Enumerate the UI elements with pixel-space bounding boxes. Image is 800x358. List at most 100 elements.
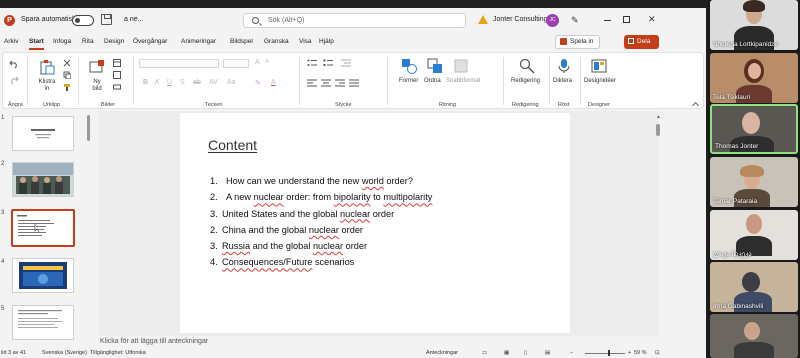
- slide-list-item[interactable]: 2. China and the global nuclear order: [210, 222, 432, 238]
- participant-tile[interactable]: Shorena Lortkipanidze: [710, 0, 798, 50]
- dictate-label[interactable]: Diktera: [553, 78, 572, 84]
- save-icon[interactable]: [101, 14, 112, 25]
- slide-thumbnail-selected[interactable]: [11, 209, 75, 247]
- tab-granska[interactable]: Granska: [264, 38, 289, 45]
- tab-overgangar[interactable]: Övergångar: [133, 38, 167, 45]
- close-icon[interactable]: ✕: [648, 14, 656, 25]
- share-button[interactable]: Dela: [624, 35, 659, 49]
- tab-hjalp[interactable]: Hjälp: [319, 38, 334, 45]
- avatar[interactable]: JC: [546, 14, 559, 27]
- tab-bildspel[interactable]: Bildspel: [230, 38, 253, 45]
- new-slide-label[interactable]: Ny bild: [89, 79, 105, 93]
- decrease-font-icon[interactable]: A: [265, 59, 269, 65]
- zoom-slider[interactable]: [585, 353, 625, 354]
- zoom-out-icon[interactable]: −: [570, 350, 573, 356]
- highlight-icon[interactable]: ✎: [255, 79, 261, 87]
- new-slide-icon[interactable]: [89, 59, 105, 75]
- slide-thumbnail[interactable]: [12, 305, 74, 340]
- align-left-icon[interactable]: [307, 79, 317, 87]
- slide-list-item[interactable]: 2. A new nuclear order: from bipolarity t…: [210, 189, 432, 205]
- font-size-dropdown[interactable]: [223, 59, 249, 68]
- justify-icon[interactable]: [349, 79, 359, 87]
- format-painter-icon[interactable]: [63, 83, 71, 91]
- zoom-slider-thumb[interactable]: [608, 350, 610, 356]
- reading-view-icon[interactable]: ▯: [524, 350, 527, 356]
- participant-tile[interactable]: Irma Gabinashvili: [710, 262, 798, 312]
- maximize-icon[interactable]: [623, 16, 630, 23]
- current-slide[interactable]: Content 1. How can we understand the new …: [180, 113, 570, 333]
- align-center-icon[interactable]: [321, 79, 331, 87]
- participant-tile[interactable]: Tamar Pataraia: [710, 157, 798, 207]
- slide-title[interactable]: Content: [208, 137, 257, 153]
- paste-label[interactable]: Klistra in: [37, 79, 57, 93]
- participant-tile[interactable]: Tela Tsiklauri: [710, 53, 798, 103]
- tab-rita[interactable]: Rita: [82, 38, 94, 45]
- collapse-ribbon-icon[interactable]: [691, 101, 700, 110]
- font-color-icon[interactable]: A: [271, 79, 276, 86]
- record-button[interactable]: Spela in: [555, 35, 600, 49]
- slide-list-item[interactable]: 4. Consequences/Future scenarios: [210, 254, 432, 270]
- file-name[interactable]: a ne...: [124, 16, 143, 23]
- bullets-icon[interactable]: [307, 59, 317, 67]
- copy-icon[interactable]: [63, 71, 71, 79]
- spacing-button[interactable]: AV: [209, 79, 218, 86]
- tab-visa[interactable]: Visa: [299, 38, 312, 45]
- numbering-icon[interactable]: [323, 59, 333, 67]
- autosave-toggle[interactable]: [72, 15, 94, 26]
- tab-start[interactable]: Start: [29, 38, 44, 50]
- slideshow-icon[interactable]: ▤: [545, 350, 550, 356]
- microphone-icon[interactable]: [556, 58, 572, 74]
- underline-button[interactable]: U: [167, 79, 172, 86]
- italic-button[interactable]: K: [155, 79, 160, 86]
- font-family-dropdown[interactable]: [139, 59, 219, 68]
- designer-label[interactable]: Designidéer: [584, 78, 616, 84]
- section-icon[interactable]: [113, 83, 121, 91]
- search-box[interactable]: Sök (Alt+Q): [243, 13, 466, 28]
- change-case-icon[interactable]: Aa: [227, 79, 236, 86]
- arrange-icon[interactable]: [427, 58, 443, 74]
- slide-list-item[interactable]: 3. United States and the global nuclear o…: [210, 206, 432, 222]
- accessibility-status[interactable]: Tillgänglighet: Utforska: [90, 350, 146, 356]
- tab-infoga[interactable]: Infoga: [53, 38, 71, 45]
- zoom-level[interactable]: 59 %: [634, 350, 647, 356]
- indent-icon[interactable]: [341, 59, 351, 67]
- layout-icon[interactable]: [113, 59, 121, 67]
- participant-tile[interactable]: [710, 314, 798, 358]
- increase-font-icon[interactable]: A: [255, 59, 260, 66]
- shapes-label[interactable]: Former: [399, 78, 418, 84]
- tab-arkiv[interactable]: Arkiv: [4, 38, 18, 45]
- editor-scrollbar[interactable]: [656, 124, 660, 136]
- align-right-icon[interactable]: [335, 79, 345, 87]
- strikethrough-button[interactable]: ab: [193, 79, 201, 86]
- normal-view-icon[interactable]: ▭: [482, 350, 487, 356]
- participant-tile-active[interactable]: Thomas Jonter: [710, 104, 798, 154]
- language-status[interactable]: Svenska (Sverige): [42, 350, 87, 356]
- arrange-label[interactable]: Ordna: [424, 78, 441, 84]
- slide-thumbnail[interactable]: [12, 162, 74, 197]
- participant-tile[interactable]: ლიკა მაკეკა: [710, 210, 798, 260]
- slide-sorter-icon[interactable]: ▦: [504, 350, 509, 356]
- minimize-icon[interactable]: [604, 20, 611, 21]
- thumbnails-scrollbar[interactable]: [87, 115, 90, 141]
- cut-icon[interactable]: [63, 59, 71, 67]
- slide-list-item[interactable]: 3. Russia and the global nuclear order: [210, 238, 432, 254]
- paste-icon[interactable]: [39, 59, 55, 75]
- shadow-button[interactable]: S: [180, 79, 185, 86]
- bold-button[interactable]: B: [143, 79, 148, 86]
- notes-toggle[interactable]: Anteckningar: [426, 350, 458, 356]
- reset-icon[interactable]: [113, 71, 121, 79]
- editing-label[interactable]: Redigering: [511, 78, 540, 84]
- undo-icon[interactable]: [9, 59, 19, 69]
- slide-thumbnail[interactable]: [12, 258, 74, 293]
- tab-animeringar[interactable]: Animeringar: [181, 38, 216, 45]
- warning-icon[interactable]: [478, 15, 488, 24]
- account-name[interactable]: Jonter Consulting: [493, 16, 547, 23]
- tab-design[interactable]: Design: [104, 38, 124, 45]
- slide-list-item[interactable]: 1. How can we understand the new world or…: [210, 173, 432, 189]
- redo-icon[interactable]: [9, 75, 19, 85]
- slide-content-list[interactable]: 1. How can we understand the new world or…: [210, 173, 432, 271]
- quick-styles-label[interactable]: Snabbformat: [446, 78, 480, 84]
- designer-icon[interactable]: [591, 58, 607, 74]
- slide-thumbnail[interactable]: [12, 116, 74, 151]
- search-icon[interactable]: [519, 58, 535, 74]
